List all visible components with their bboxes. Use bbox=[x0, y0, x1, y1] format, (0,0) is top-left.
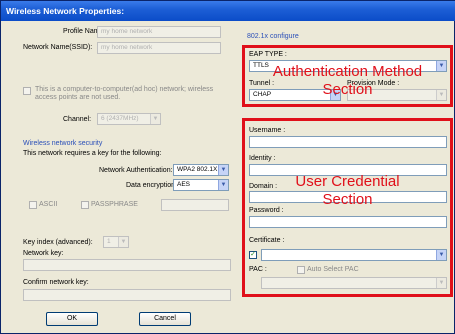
user-credential-annotation-line1: User Credential bbox=[295, 173, 400, 190]
ascii-label: ASCII bbox=[39, 201, 58, 208]
user-credential-annotation-line2: Section bbox=[322, 191, 373, 208]
adhoc-checkbox[interactable] bbox=[23, 87, 31, 95]
security-desc: This network requires a key for the foll… bbox=[23, 150, 162, 157]
auth-select[interactable]: WPA2 802.1X ▼ bbox=[173, 164, 229, 176]
section-title: 802.1x configure bbox=[247, 33, 299, 40]
enc-value: AES bbox=[177, 181, 191, 188]
chevron-down-icon: ▼ bbox=[218, 165, 228, 175]
window-title: Wireless Network Properties: bbox=[1, 1, 455, 21]
security-title: Wireless network security bbox=[23, 140, 103, 147]
ascii-checkbox[interactable] bbox=[29, 201, 37, 209]
channel-select[interactable]: 6 (2437MHz) ▼ bbox=[97, 113, 161, 125]
confirm-key-label: Confirm network key: bbox=[23, 279, 89, 286]
passphrase-checkbox[interactable] bbox=[81, 201, 89, 209]
channel-label: Channel: bbox=[63, 116, 92, 123]
auth-value: WPA2 802.1X bbox=[177, 166, 218, 173]
auth-method-annotation-line2: Section bbox=[322, 81, 373, 98]
ssid-label: Network Name(SSID): bbox=[23, 44, 93, 51]
wireless-properties-window: Wireless Network Properties: Profile Nam… bbox=[0, 0, 455, 334]
adhoc-text-line1: This is a computer-to-computer(ad hoc) n… bbox=[35, 86, 214, 93]
passphrase-field[interactable] bbox=[161, 199, 229, 211]
ssid-field[interactable]: my home network bbox=[97, 42, 221, 54]
enc-label: Data encryption: bbox=[126, 182, 177, 189]
chevron-down-icon: ▼ bbox=[218, 180, 228, 190]
channel-value: 6 (2437MHz) bbox=[101, 115, 139, 122]
key-index-label: Key index (advanced): bbox=[23, 239, 93, 246]
profile-name-field[interactable]: my home network bbox=[97, 26, 221, 38]
confirm-key-field[interactable] bbox=[23, 289, 231, 301]
chevron-down-icon: ▼ bbox=[118, 237, 128, 247]
passphrase-label: PASSPHRASE bbox=[91, 201, 138, 208]
auth-label: Network Authentication: bbox=[99, 167, 173, 174]
adhoc-text-line2: access points are not used. bbox=[35, 94, 121, 101]
key-index-value: 1 bbox=[107, 238, 111, 245]
enc-select[interactable]: AES ▼ bbox=[173, 179, 229, 191]
network-key-label: Network key: bbox=[23, 250, 64, 257]
key-index-select[interactable]: 1 ▼ bbox=[103, 236, 129, 248]
network-key-field[interactable] bbox=[23, 259, 231, 271]
cancel-button[interactable]: Cancel bbox=[139, 312, 191, 326]
chevron-down-icon: ▼ bbox=[150, 114, 160, 124]
ok-button[interactable]: OK bbox=[46, 312, 98, 326]
auth-method-annotation-line1: Authentication Method bbox=[272, 63, 423, 80]
